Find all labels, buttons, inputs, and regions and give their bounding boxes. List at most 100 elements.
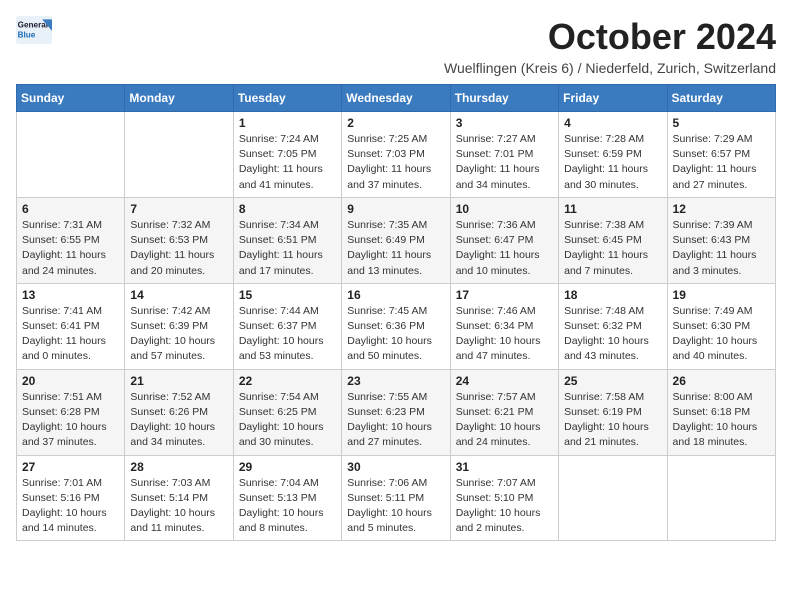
day-info: Sunrise: 7:44 AM Sunset: 6:37 PM Dayligh… [239, 304, 336, 365]
title-block: October 2024 Wuelflingen (Kreis 6) / Nie… [444, 16, 776, 76]
day-info: Sunrise: 7:46 AM Sunset: 6:34 PM Dayligh… [456, 304, 553, 365]
day-info: Sunrise: 8:00 AM Sunset: 6:18 PM Dayligh… [673, 390, 770, 451]
calendar-cell: 23 Sunrise: 7:55 AM Sunset: 6:23 PM Dayli… [342, 369, 450, 455]
calendar-header-row: SundayMondayTuesdayWednesdayThursdayFrid… [17, 85, 776, 112]
calendar-cell: 31Sunrise: 7:07 AM Sunset: 5:10 PM Dayli… [450, 455, 558, 541]
calendar-cell: 27 Sunrise: 7:01 AM Sunset: 5:16 PM Dayli… [17, 455, 125, 541]
day-info: Sunrise: 7:49 AM Sunset: 6:30 PM Dayligh… [673, 304, 770, 365]
day-number: 7 [130, 202, 227, 216]
day-number: 12 [673, 202, 770, 216]
svg-text:Blue: Blue [18, 30, 36, 39]
day-number: 10 [456, 202, 553, 216]
day-number: 27 [22, 460, 119, 474]
day-number: 19 [673, 288, 770, 302]
day-number: 6 [22, 202, 119, 216]
day-number: 11 [564, 202, 661, 216]
day-header-saturday: Saturday [667, 85, 775, 112]
day-number: 25 [564, 374, 661, 388]
calendar-table: SundayMondayTuesdayWednesdayThursdayFrid… [16, 84, 776, 541]
calendar-cell: 5 Sunrise: 7:29 AM Sunset: 6:57 PM Daylig… [667, 112, 775, 198]
day-number: 21 [130, 374, 227, 388]
day-number: 8 [239, 202, 336, 216]
calendar-cell: 10 Sunrise: 7:36 AM Sunset: 6:47 PM Dayli… [450, 197, 558, 283]
day-number: 13 [22, 288, 119, 302]
day-info: Sunrise: 7:41 AM Sunset: 6:41 PM Dayligh… [22, 304, 119, 365]
day-info: Sunrise: 7:31 AM Sunset: 6:55 PM Dayligh… [22, 218, 119, 279]
calendar-cell: 16 Sunrise: 7:45 AM Sunset: 6:36 PM Dayli… [342, 283, 450, 369]
day-info: Sunrise: 7:25 AM Sunset: 7:03 PM Dayligh… [347, 132, 444, 193]
day-number: 24 [456, 374, 553, 388]
day-number: 4 [564, 116, 661, 130]
logo: General Blue [16, 16, 52, 44]
calendar-cell: 22 Sunrise: 7:54 AM Sunset: 6:25 PM Dayli… [233, 369, 341, 455]
day-number: 16 [347, 288, 444, 302]
calendar-cell: 17 Sunrise: 7:46 AM Sunset: 6:34 PM Dayli… [450, 283, 558, 369]
day-header-thursday: Thursday [450, 85, 558, 112]
day-number: 29 [239, 460, 336, 474]
calendar-week-5: 27 Sunrise: 7:01 AM Sunset: 5:16 PM Dayli… [17, 455, 776, 541]
calendar-cell: 1Sunrise: 7:24 AM Sunset: 7:05 PM Daylig… [233, 112, 341, 198]
day-number: 22 [239, 374, 336, 388]
calendar-cell [559, 455, 667, 541]
day-info: Sunrise: 7:32 AM Sunset: 6:53 PM Dayligh… [130, 218, 227, 279]
calendar-cell: 6 Sunrise: 7:31 AM Sunset: 6:55 PM Daylig… [17, 197, 125, 283]
day-number: 15 [239, 288, 336, 302]
day-info: Sunrise: 7:35 AM Sunset: 6:49 PM Dayligh… [347, 218, 444, 279]
day-info: Sunrise: 7:38 AM Sunset: 6:45 PM Dayligh… [564, 218, 661, 279]
calendar-week-2: 6 Sunrise: 7:31 AM Sunset: 6:55 PM Daylig… [17, 197, 776, 283]
calendar-cell: 8 Sunrise: 7:34 AM Sunset: 6:51 PM Daylig… [233, 197, 341, 283]
day-number: 20 [22, 374, 119, 388]
calendar-cell: 13 Sunrise: 7:41 AM Sunset: 6:41 PM Dayli… [17, 283, 125, 369]
day-number: 23 [347, 374, 444, 388]
page-header: General Blue October 2024 Wuelflingen (K… [16, 16, 776, 76]
day-info: Sunrise: 7:42 AM Sunset: 6:39 PM Dayligh… [130, 304, 227, 365]
day-number: 9 [347, 202, 444, 216]
calendar-cell: 20Sunrise: 7:51 AM Sunset: 6:28 PM Dayli… [17, 369, 125, 455]
day-info: Sunrise: 7:48 AM Sunset: 6:32 PM Dayligh… [564, 304, 661, 365]
day-info: Sunrise: 7:06 AM Sunset: 5:11 PM Dayligh… [347, 476, 444, 537]
calendar-week-3: 13 Sunrise: 7:41 AM Sunset: 6:41 PM Dayli… [17, 283, 776, 369]
calendar-cell: 18Sunrise: 7:48 AM Sunset: 6:32 PM Dayli… [559, 283, 667, 369]
day-info: Sunrise: 7:45 AM Sunset: 6:36 PM Dayligh… [347, 304, 444, 365]
day-number: 31 [456, 460, 553, 474]
month-title: October 2024 [444, 16, 776, 58]
day-number: 2 [347, 116, 444, 130]
calendar-cell: 21 Sunrise: 7:52 AM Sunset: 6:26 PM Dayli… [125, 369, 233, 455]
calendar-week-4: 20Sunrise: 7:51 AM Sunset: 6:28 PM Dayli… [17, 369, 776, 455]
day-number: 1 [239, 116, 336, 130]
day-number: 17 [456, 288, 553, 302]
calendar-cell: 29 Sunrise: 7:04 AM Sunset: 5:13 PM Dayli… [233, 455, 341, 541]
calendar-cell: 11 Sunrise: 7:38 AM Sunset: 6:45 PM Dayli… [559, 197, 667, 283]
day-header-monday: Monday [125, 85, 233, 112]
day-info: Sunrise: 7:29 AM Sunset: 6:57 PM Dayligh… [673, 132, 770, 193]
calendar-cell [667, 455, 775, 541]
calendar-cell: 15 Sunrise: 7:44 AM Sunset: 6:37 PM Dayli… [233, 283, 341, 369]
day-number: 5 [673, 116, 770, 130]
calendar-cell: 2 Sunrise: 7:25 AM Sunset: 7:03 PM Daylig… [342, 112, 450, 198]
day-number: 26 [673, 374, 770, 388]
day-info: Sunrise: 7:39 AM Sunset: 6:43 PM Dayligh… [673, 218, 770, 279]
day-info: Sunrise: 7:28 AM Sunset: 6:59 PM Dayligh… [564, 132, 661, 193]
day-header-sunday: Sunday [17, 85, 125, 112]
day-info: Sunrise: 7:36 AM Sunset: 6:47 PM Dayligh… [456, 218, 553, 279]
calendar-cell: 14Sunrise: 7:42 AM Sunset: 6:39 PM Dayli… [125, 283, 233, 369]
day-info: Sunrise: 7:01 AM Sunset: 5:16 PM Dayligh… [22, 476, 119, 537]
day-number: 28 [130, 460, 227, 474]
calendar-cell: 3Sunrise: 7:27 AM Sunset: 7:01 PM Daylig… [450, 112, 558, 198]
calendar-cell [17, 112, 125, 198]
day-info: Sunrise: 7:04 AM Sunset: 5:13 PM Dayligh… [239, 476, 336, 537]
calendar-cell [125, 112, 233, 198]
calendar-cell: 25Sunrise: 7:58 AM Sunset: 6:19 PM Dayli… [559, 369, 667, 455]
day-info: Sunrise: 7:54 AM Sunset: 6:25 PM Dayligh… [239, 390, 336, 451]
calendar-cell: 9 Sunrise: 7:35 AM Sunset: 6:49 PM Daylig… [342, 197, 450, 283]
calendar-week-1: 1Sunrise: 7:24 AM Sunset: 7:05 PM Daylig… [17, 112, 776, 198]
calendar-cell: 28Sunrise: 7:03 AM Sunset: 5:14 PM Dayli… [125, 455, 233, 541]
day-info: Sunrise: 7:52 AM Sunset: 6:26 PM Dayligh… [130, 390, 227, 451]
day-info: Sunrise: 7:55 AM Sunset: 6:23 PM Dayligh… [347, 390, 444, 451]
day-number: 3 [456, 116, 553, 130]
calendar-cell: 4 Sunrise: 7:28 AM Sunset: 6:59 PM Daylig… [559, 112, 667, 198]
day-info: Sunrise: 7:34 AM Sunset: 6:51 PM Dayligh… [239, 218, 336, 279]
calendar-cell: 26 Sunrise: 8:00 AM Sunset: 6:18 PM Dayli… [667, 369, 775, 455]
logo-icon: General Blue [16, 16, 52, 44]
calendar-cell: 19 Sunrise: 7:49 AM Sunset: 6:30 PM Dayli… [667, 283, 775, 369]
